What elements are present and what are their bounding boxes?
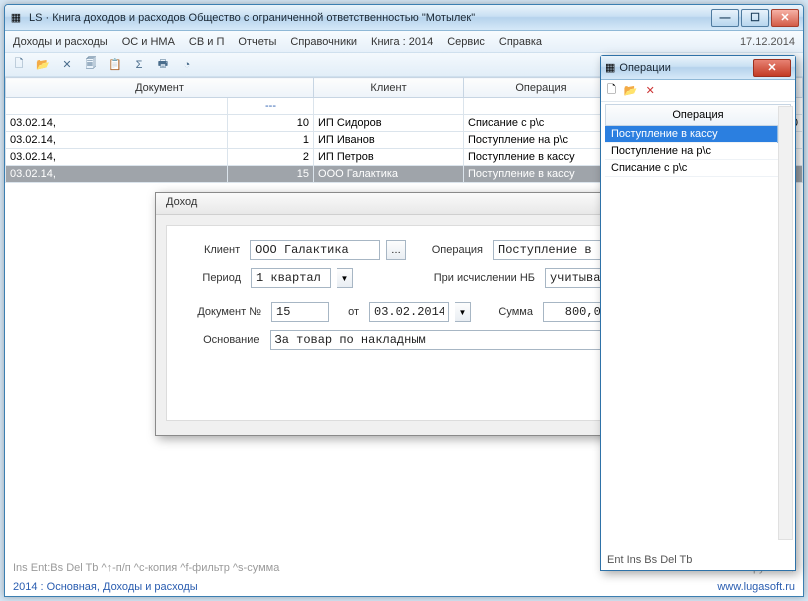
open-icon[interactable]: 📂 [35, 57, 51, 73]
ops-delete-icon[interactable]: ✕ [646, 84, 655, 97]
lbl-client: Клиент [181, 244, 240, 256]
lbl-op: Операция [422, 244, 483, 256]
ops-row[interactable]: Списание с р\с [605, 160, 791, 177]
main-titlebar: ▦ LS · Книга доходов и расходов Общество… [5, 5, 803, 31]
dialog-title: Доход [156, 193, 648, 215]
col-doc[interactable]: Документ [6, 78, 314, 98]
menu-book[interactable]: Книга : 2014 [371, 36, 433, 48]
ops-open-icon[interactable]: 📂 [624, 84, 638, 97]
new-icon[interactable]: 🗋 [11, 57, 27, 73]
col-client[interactable]: Клиент [314, 78, 464, 98]
maximize-button[interactable]: ☐ [741, 9, 769, 27]
menu-ref[interactable]: Справочники [290, 36, 357, 48]
ops-titlebar: ▦ Операции ✕ [601, 56, 795, 80]
ops-title-text: Операции [619, 62, 753, 74]
paste-icon[interactable]: 📋 [107, 57, 123, 73]
period-dropdown[interactable]: ▼ [337, 268, 353, 288]
menu-reports[interactable]: Отчеты [238, 36, 276, 48]
ops-close-button[interactable]: ✕ [753, 59, 791, 77]
operations-window: ▦ Операции ✕ 🗋 📂 ✕ Операция Поступление … [600, 55, 796, 571]
ops-app-icon: ▦ [605, 61, 615, 74]
menu-date: 17.12.2014 [740, 36, 795, 48]
chart-icon[interactable]: ◔ [179, 57, 195, 73]
footer-book: 2014 : Основная, Доходы и расходы [13, 581, 198, 593]
client-lookup-button[interactable]: … [386, 240, 406, 260]
ops-row-selected[interactable]: Поступление в кассу+ [605, 126, 791, 143]
docno-field[interactable] [271, 302, 329, 322]
status-hints: Ins Ent:Bs Del Tb ^↑-п/п ^с-копия ^f-фил… [13, 562, 279, 574]
ops-status: Ent Ins Bs Del Tb [607, 554, 692, 566]
footer: 2014 : Основная, Доходы и расходы www.lu… [13, 581, 795, 593]
ops-new-icon[interactable]: 🗋 [607, 81, 616, 100]
date-field[interactable] [369, 302, 449, 322]
menu-sv[interactable]: СВ и П [189, 36, 224, 48]
window-title: LS · Книга доходов и расходов Общество с… [29, 12, 711, 24]
lbl-basis: Основание [181, 334, 260, 346]
menu-service[interactable]: Сервис [447, 36, 485, 48]
copy-icon[interactable]: 🗐 [83, 57, 99, 73]
basis-field[interactable] [270, 330, 623, 350]
app-icon: ▦ [9, 11, 23, 25]
col-op[interactable]: Операция [464, 78, 619, 98]
close-button[interactable]: ✕ [771, 9, 799, 27]
ops-row[interactable]: Поступление на р\с [605, 143, 791, 160]
lbl-docno: Документ № [181, 306, 261, 318]
menu-help[interactable]: Справка [499, 36, 542, 48]
ops-list: Поступление в кассу+ Поступление на р\с … [605, 126, 791, 177]
menu-income[interactable]: Доходы и расходы [13, 36, 108, 48]
income-dialog: Доход Клиент … Операция Период ▼ При исч… [155, 192, 649, 436]
print-icon[interactable]: 🖶 [155, 57, 171, 73]
client-field[interactable] [250, 240, 380, 260]
lbl-period: Период [181, 272, 241, 284]
menubar: Доходы и расходы ОС и НМА СВ и П Отчеты … [5, 31, 803, 53]
menu-os[interactable]: ОС и НМА [122, 36, 175, 48]
delete-icon[interactable]: ✕ [59, 57, 75, 73]
ops-scrollbar[interactable] [778, 106, 793, 540]
lbl-ot: от [335, 306, 359, 318]
footer-link[interactable]: www.lugasoft.ru [717, 581, 795, 593]
lbl-sum: Сумма [487, 306, 533, 318]
ops-column-header[interactable]: Операция [605, 104, 791, 126]
lbl-nb: При исчислении НБ [417, 272, 535, 284]
sum-icon[interactable]: Σ [131, 57, 147, 73]
period-field[interactable] [251, 268, 331, 288]
date-dropdown[interactable]: ▼ [455, 302, 471, 322]
minimize-button[interactable]: — [711, 9, 739, 27]
ops-toolbar: 🗋 📂 ✕ [601, 80, 795, 102]
